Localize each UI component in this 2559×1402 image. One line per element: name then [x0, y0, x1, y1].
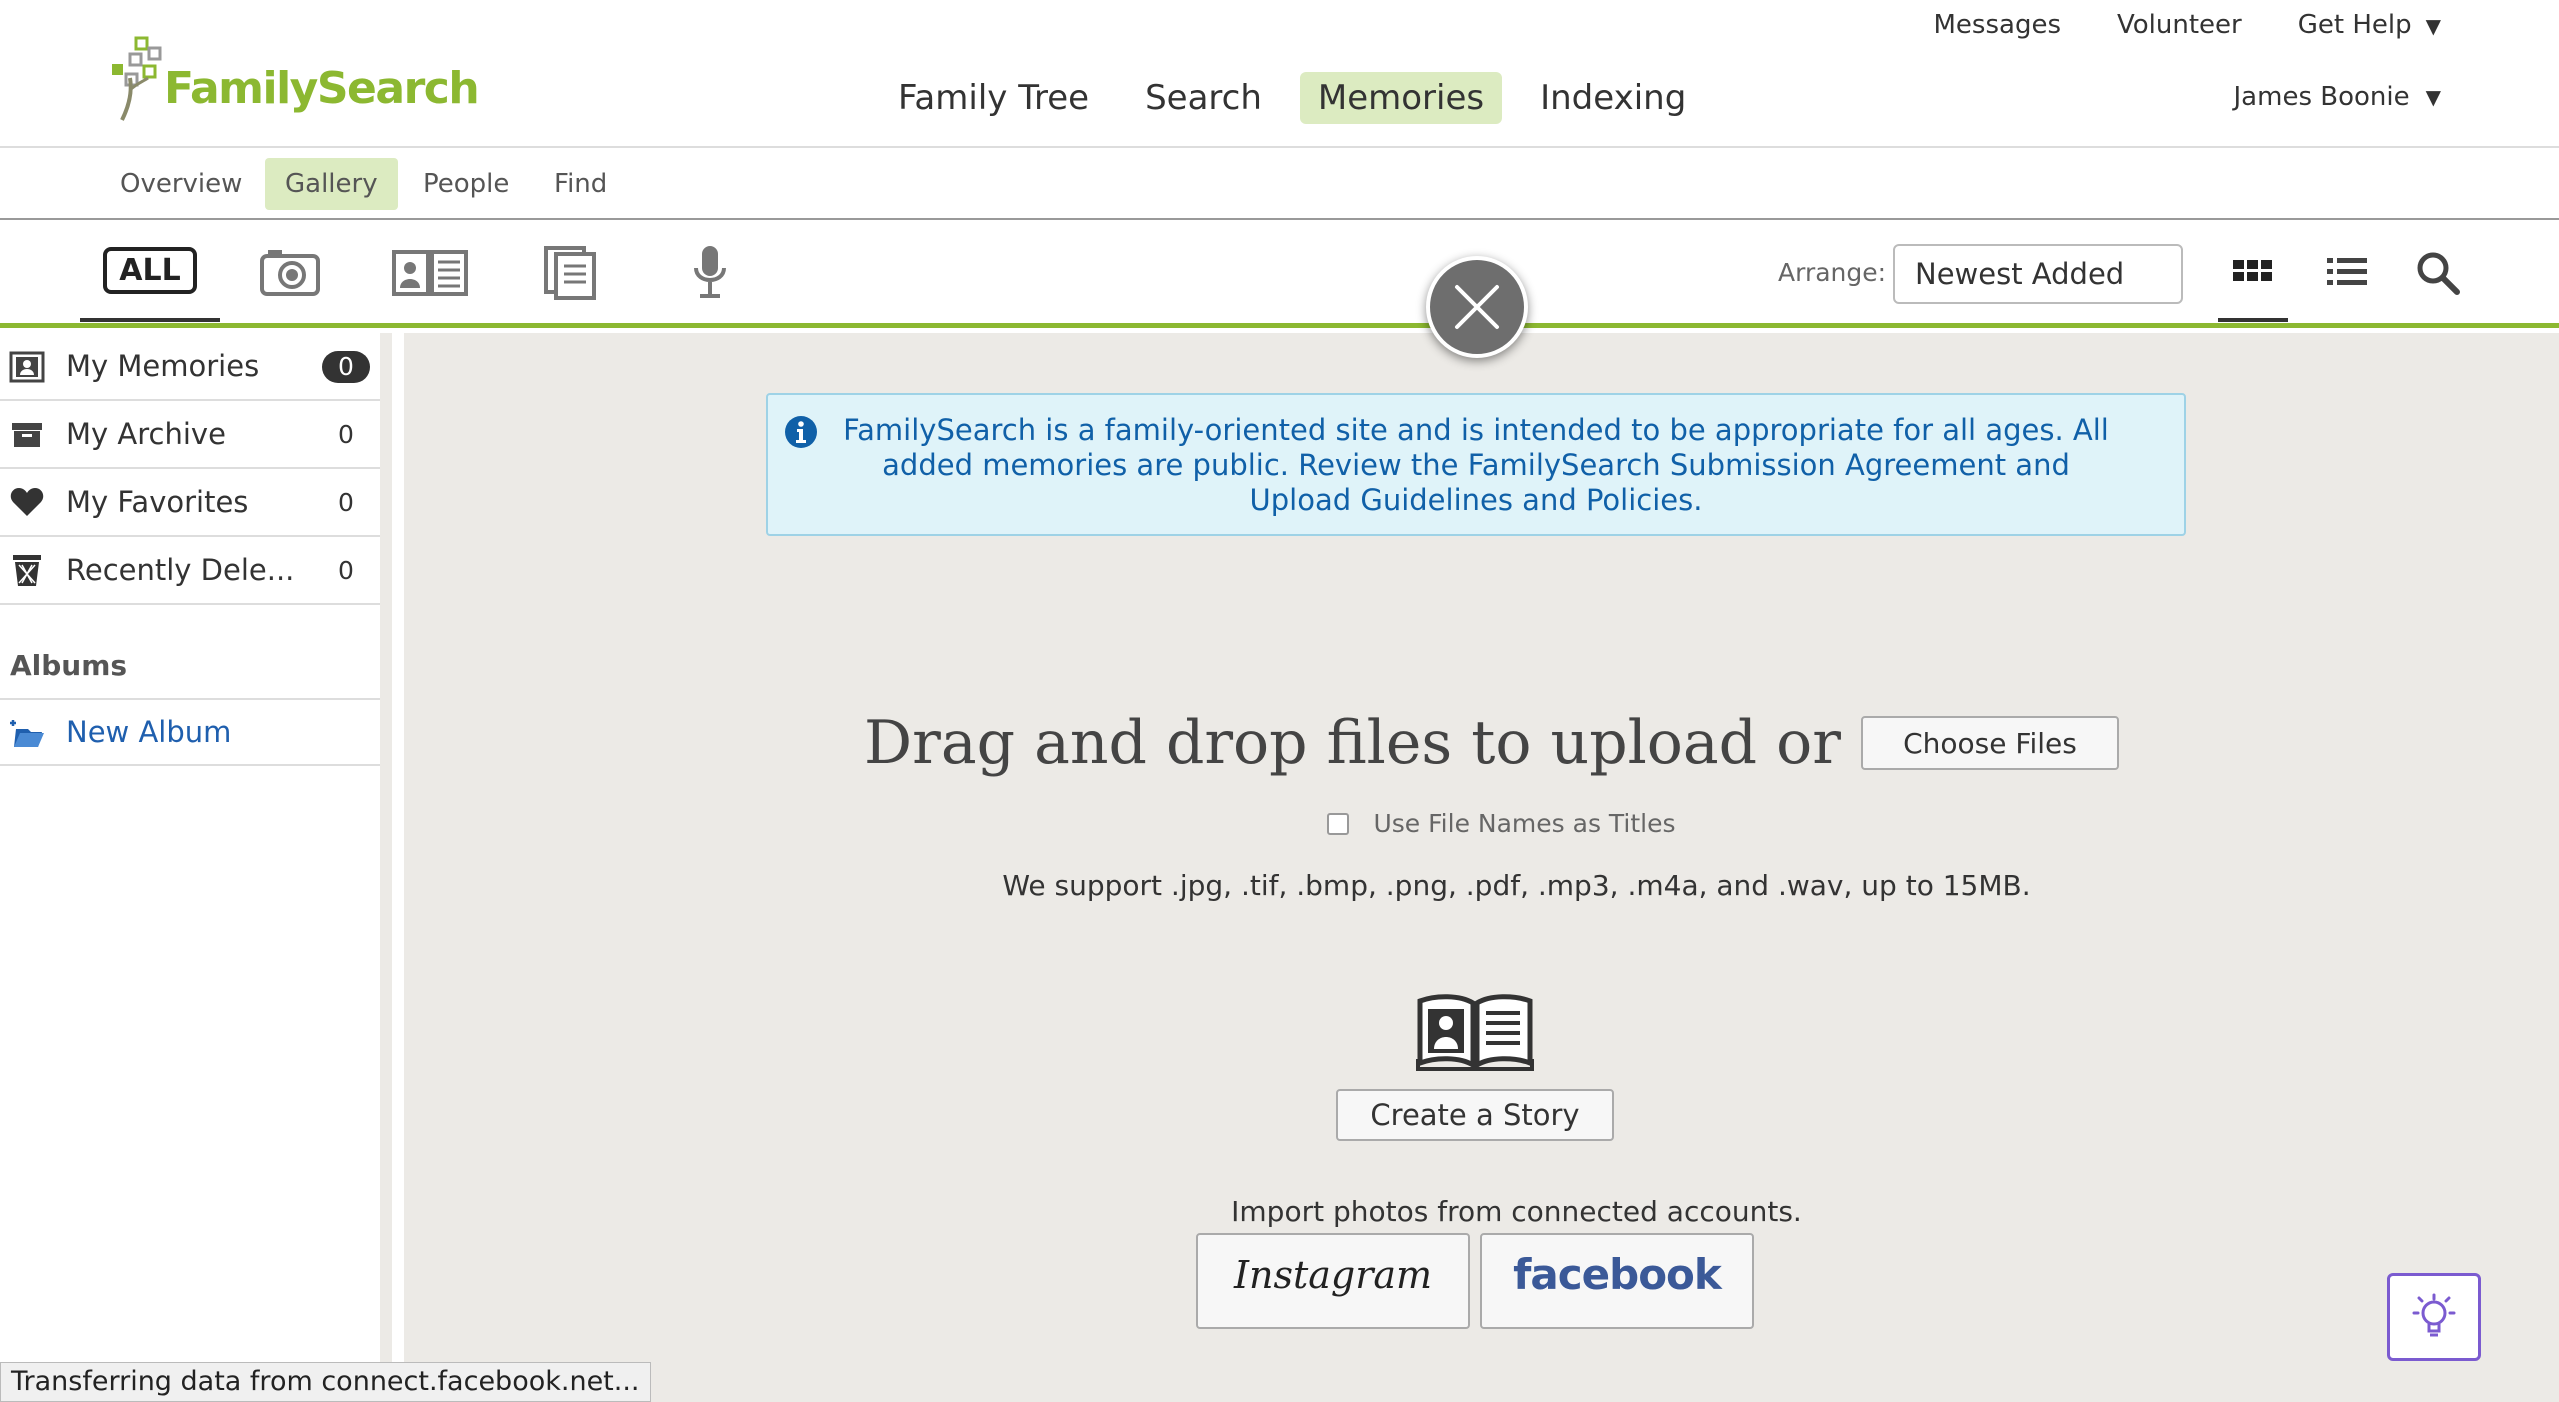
use-filenames-checkbox[interactable]	[1327, 812, 1350, 835]
new-album-link[interactable]: New Album	[0, 700, 380, 766]
trash-can-icon	[13, 555, 41, 586]
subnav-find[interactable]: Find	[534, 158, 627, 210]
info-message: FamilySearch is a family-oriented site a…	[843, 413, 2109, 517]
sidebar-item-label: My Memories	[66, 349, 260, 383]
drag-drop-row: Drag and drop files to upload or Choose …	[404, 708, 2559, 778]
tips-button[interactable]	[2387, 1273, 2481, 1361]
count-badge: 0	[338, 488, 354, 517]
create-story-button[interactable]: Create a Story	[1336, 1089, 1614, 1141]
all-label: ALL	[103, 246, 197, 294]
nav-family-tree[interactable]: Family Tree	[880, 72, 1107, 124]
browser-status-bar: Transferring data from connect.facebook.…	[0, 1362, 651, 1402]
nav-search[interactable]: Search	[1127, 72, 1280, 124]
drag-drop-text: Drag and drop files to upload or	[864, 708, 1841, 778]
info-icon	[785, 416, 817, 448]
info-alert: FamilySearch is a family-oriented site a…	[766, 393, 2186, 536]
albums-heading: Albums	[0, 605, 380, 700]
get-help-link[interactable]: Get Help ▼	[2298, 10, 2441, 40]
sidebar-item-label: Recently Dele...	[66, 553, 295, 587]
chevron-down-icon: ▼	[2425, 14, 2441, 38]
microphone-icon	[694, 246, 726, 298]
facebook-logo: facebook	[1513, 1249, 1722, 1299]
filter-stories-tab[interactable]	[385, 222, 475, 322]
camera-icon	[260, 250, 320, 296]
search-icon	[2417, 252, 2460, 295]
chevron-down-icon: ▼	[2425, 85, 2441, 109]
document-icon	[544, 246, 596, 300]
instagram-logo: Instagram	[1233, 1253, 1433, 1297]
nav-memories[interactable]: Memories	[1299, 72, 1503, 124]
arrange-dropdown[interactable]: Newest Added	[1893, 244, 2183, 304]
user-name: James Boonie	[2233, 82, 2410, 112]
new-album-label: New Album	[66, 715, 232, 749]
use-filenames-option: Use File Names as Titles	[424, 809, 2559, 838]
close-button[interactable]	[1426, 256, 1528, 358]
supported-formats-text: We support .jpg, .tif, .bmp, .png, .pdf,…	[1002, 869, 2031, 902]
count-badge: 0	[338, 556, 354, 585]
familysearch-logo[interactable]: FamilySearch	[108, 34, 480, 124]
nav-indexing[interactable]: Indexing	[1522, 72, 1704, 124]
sidebar-item-my-archive[interactable]: My Archive 0	[0, 401, 380, 469]
heart-icon	[10, 488, 44, 516]
memories-book-icon	[9, 351, 45, 383]
sidebar-item-my-favorites[interactable]: My Favorites 0	[0, 469, 380, 537]
book-icon	[392, 250, 468, 296]
search-button[interactable]	[2402, 222, 2472, 322]
subnav-people[interactable]: People	[403, 158, 529, 210]
open-book-story-icon	[1416, 994, 1534, 1071]
lightbulb-icon	[2412, 1293, 2456, 1337]
close-icon	[1455, 285, 1499, 329]
use-filenames-label: Use File Names as Titles	[1373, 809, 1676, 838]
filter-all-tab[interactable]: ALL	[80, 222, 220, 322]
facebook-import-button[interactable]: facebook	[1480, 1233, 1754, 1329]
grid-view-button[interactable]	[2218, 222, 2288, 322]
filter-audio-tab[interactable]	[670, 222, 750, 322]
subnav-gallery[interactable]: Gallery	[265, 158, 398, 210]
upload-area: FamilySearch is a family-oriented site a…	[404, 333, 2559, 1402]
subnav-overview[interactable]: Overview	[100, 158, 262, 210]
site-header: FamilySearch Messages Volunteer Get Help…	[0, 0, 2559, 148]
sidebar: My Memories 0 My Archive 0 My Favorites …	[0, 333, 392, 1402]
messages-link[interactable]: Messages	[1933, 10, 2061, 40]
count-badge: 0	[338, 420, 354, 449]
sidebar-item-my-memories[interactable]: My Memories 0	[0, 333, 380, 401]
filter-documents-tab[interactable]	[530, 222, 610, 322]
instagram-import-button[interactable]: Instagram	[1196, 1233, 1470, 1329]
archive-box-icon	[12, 423, 42, 447]
arrange-label: Arrange:	[1778, 258, 1887, 287]
count-badge: 0	[322, 351, 370, 383]
main-nav: Family Tree Search Memories Indexing	[880, 72, 1724, 124]
choose-files-button[interactable]: Choose Files	[1860, 716, 2119, 770]
get-help-label: Get Help	[2297, 10, 2412, 40]
tree-logo-icon	[112, 36, 162, 121]
grid-view-icon	[2233, 260, 2272, 281]
list-view-button[interactable]	[2312, 222, 2382, 322]
sidebar-item-label: My Favorites	[66, 485, 249, 519]
import-accounts-text: Import photos from connected accounts.	[1231, 1195, 1802, 1228]
volunteer-link[interactable]: Volunteer	[2117, 10, 2242, 40]
add-folder-icon	[10, 720, 44, 747]
gallery-toolbar: ALL Arrange: Newest Added	[0, 222, 2559, 328]
memories-subnav: Overview Gallery People Find	[0, 150, 2559, 220]
utility-links: Messages Volunteer Get Help ▼	[1877, 10, 2441, 40]
sidebar-item-recently-deleted[interactable]: Recently Dele... 0	[0, 537, 380, 605]
sidebar-item-label: My Archive	[66, 417, 226, 451]
list-view-icon	[2327, 258, 2367, 285]
filter-photos-tab[interactable]	[250, 222, 330, 322]
logo-text: FamilySearch	[164, 62, 480, 114]
user-menu[interactable]: James Boonie ▼	[2234, 82, 2441, 112]
